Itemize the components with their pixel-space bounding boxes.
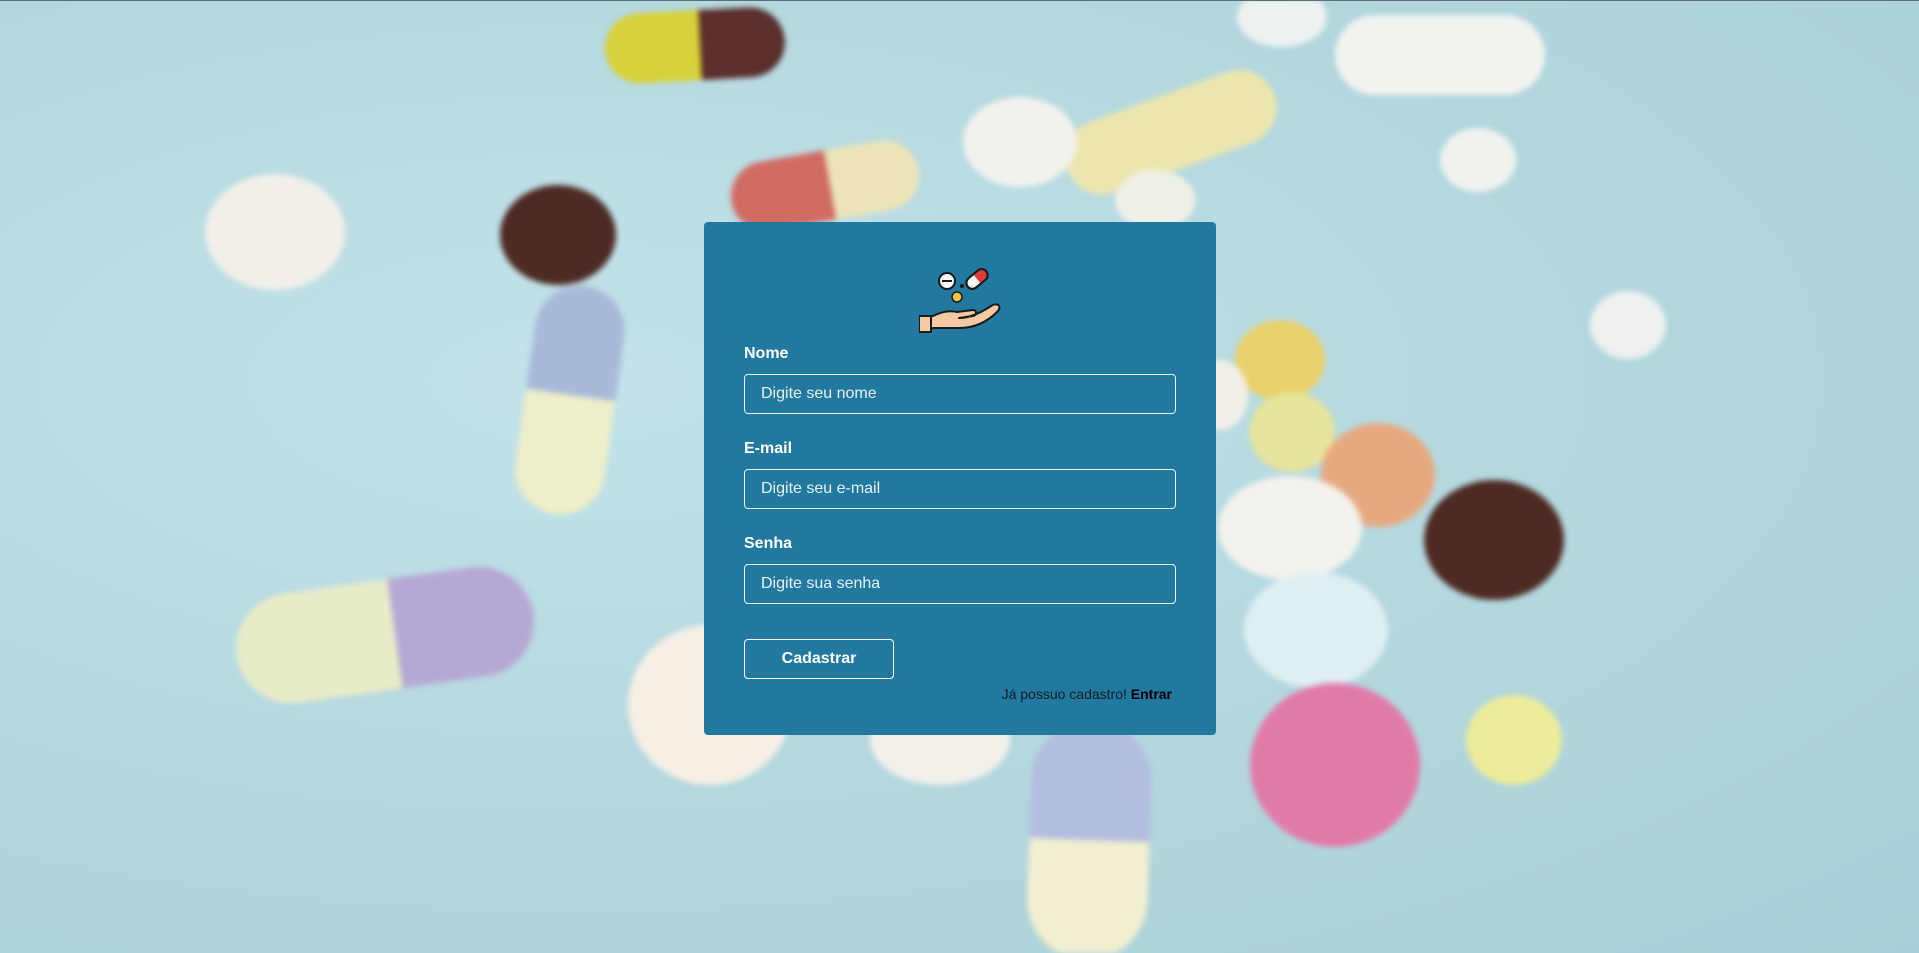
signup-card: Nome E-mail Senha Cadastrar Já possuo ca…	[704, 222, 1216, 735]
login-prompt: Já possuo cadastro! Entrar	[1002, 686, 1172, 702]
name-input[interactable]	[744, 374, 1176, 414]
name-label: Nome	[744, 345, 789, 362]
email-label: E-mail	[744, 440, 793, 457]
hand-receiving-pills-icon	[918, 266, 1003, 338]
password-label: Senha	[744, 535, 793, 552]
email-input[interactable]	[744, 469, 1176, 509]
register-button[interactable]: Cadastrar	[744, 639, 894, 679]
login-link[interactable]: Entrar	[1131, 686, 1172, 702]
top-border	[0, 0, 1919, 1]
password-input[interactable]	[744, 564, 1176, 604]
login-prompt-text: Já possuo cadastro!	[1001, 686, 1131, 702]
